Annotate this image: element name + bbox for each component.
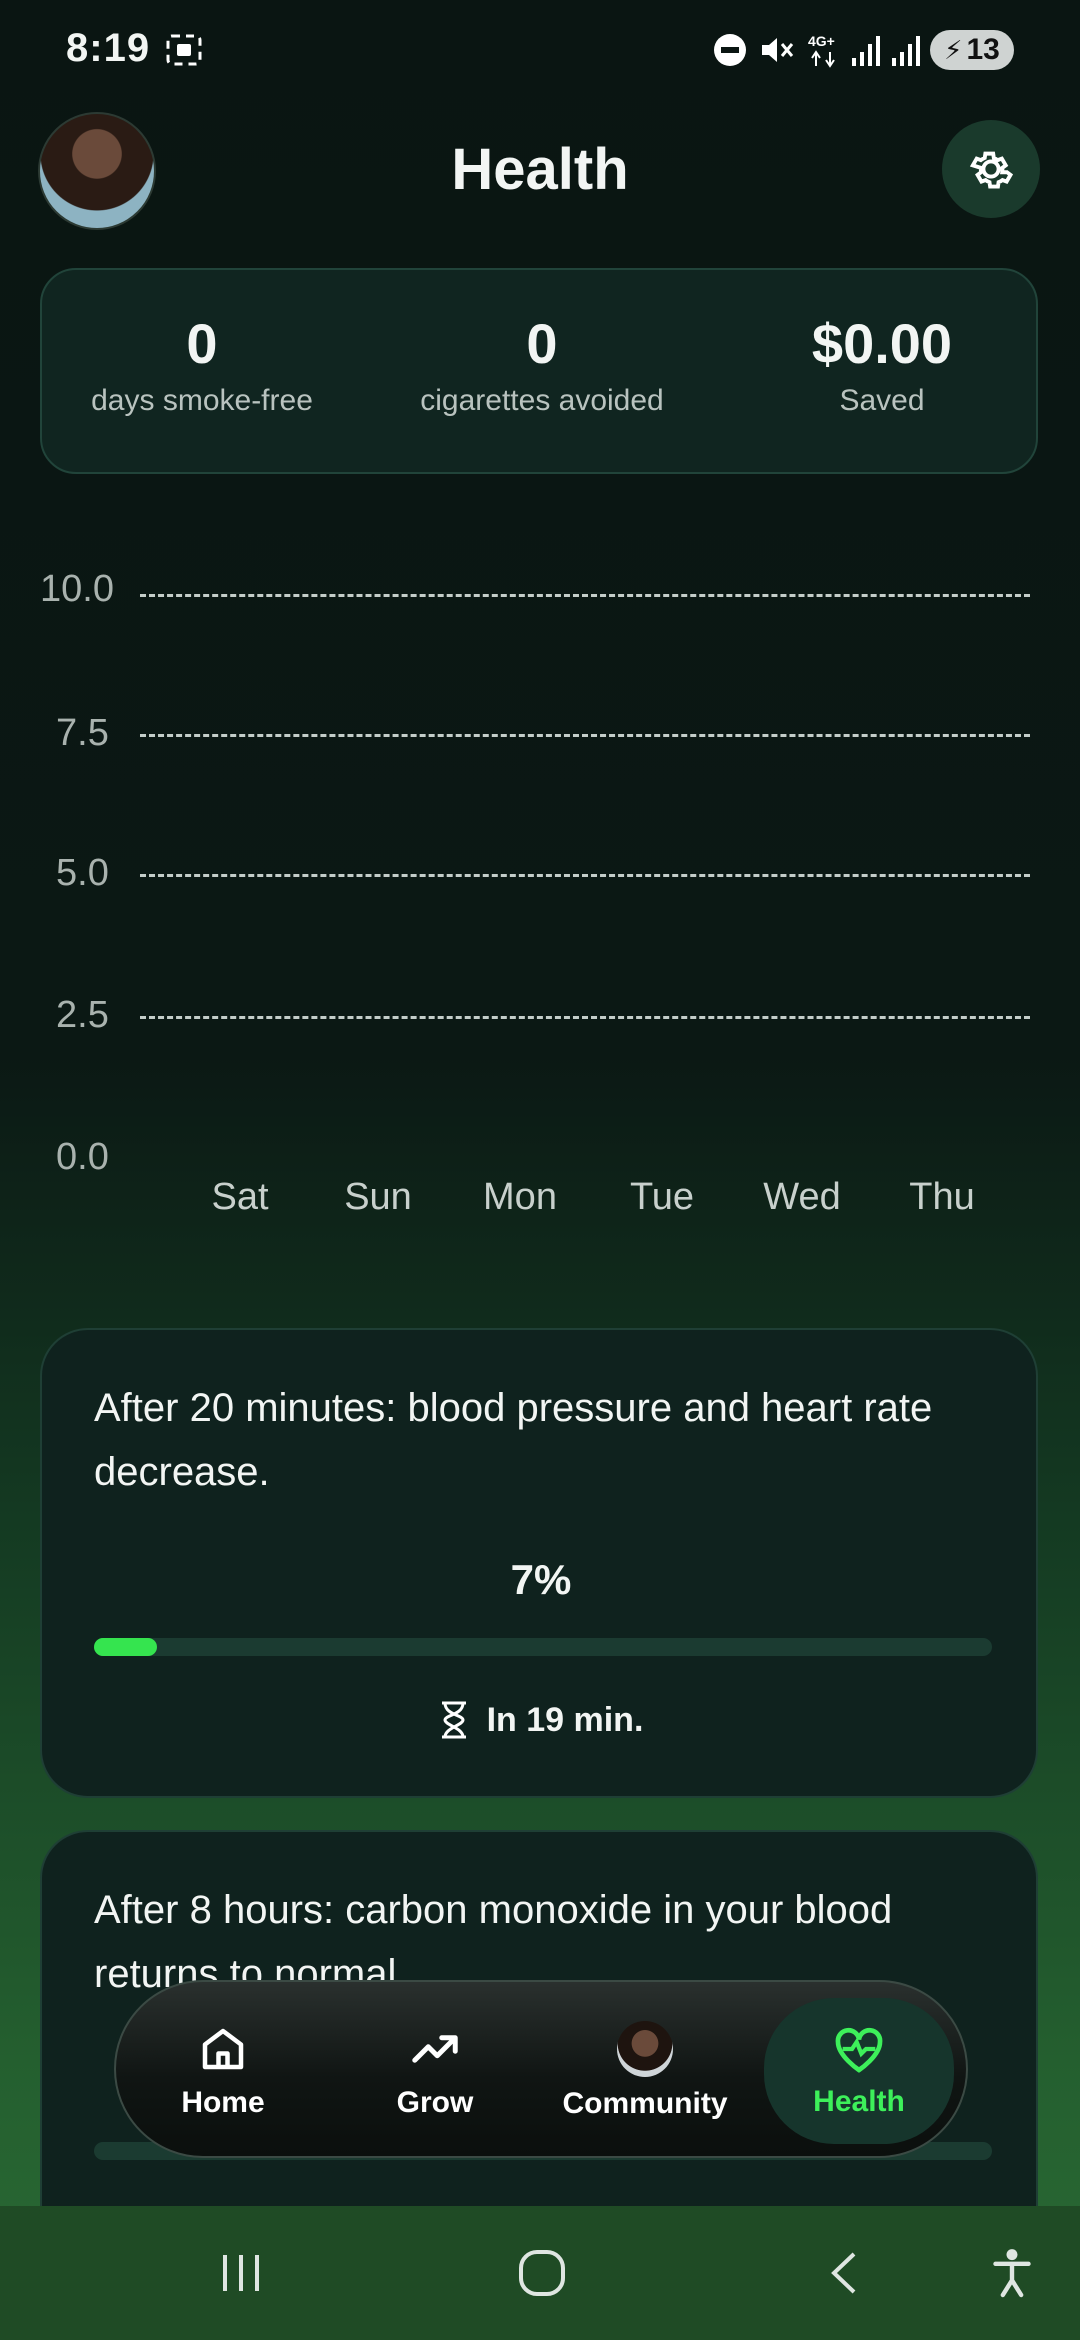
stat-cigarettes-value: 0 — [526, 312, 558, 375]
x-tick-label: Wed — [763, 1176, 841, 1218]
grid-line — [140, 874, 1030, 877]
nav-home-label: Home — [181, 2086, 265, 2119]
nav-grow-label: Grow — [396, 2086, 474, 2119]
nav-health-label: Health — [813, 2085, 905, 2118]
settings-button[interactable] — [942, 120, 1040, 218]
milestone-percent: 7% — [510, 1556, 572, 1603]
nav-community-label: Community — [562, 2087, 728, 2120]
stats-card: 0 days smoke-free 0 cigarettes avoided $… — [40, 268, 1038, 474]
network-4g-icon: 4G+ — [808, 33, 835, 68]
screenshot-icon — [166, 34, 202, 66]
stat-saved: $0.00 Saved — [722, 314, 1042, 418]
stat-saved-label: Saved — [839, 384, 925, 417]
home-system-button[interactable] — [506, 2236, 578, 2310]
nav-health[interactable]: Health — [764, 1998, 954, 2144]
y-tick-label: 0.0 — [56, 1136, 109, 1178]
grid-line — [140, 1016, 1030, 1019]
battery-indicator: ⚡ 13 — [930, 30, 1014, 70]
recent-apps-button[interactable] — [206, 2236, 278, 2310]
back-icon — [831, 2252, 856, 2294]
community-avatar-icon — [617, 2021, 673, 2077]
signal-icon — [852, 36, 880, 66]
signal-icon-2 — [892, 36, 920, 66]
stat-cigarettes-label: cigarettes avoided — [420, 384, 664, 417]
home-icon — [202, 2028, 244, 2070]
y-tick-label: 10.0 — [40, 568, 114, 610]
stat-days: 0 days smoke-free — [42, 314, 362, 418]
status-time: 8:19 — [66, 26, 151, 70]
mute-icon — [762, 38, 794, 62]
battery-level: 13 — [966, 33, 1000, 66]
status-bar: 8:19 4G+ ⚡ 13 — [0, 0, 1080, 100]
recent-apps-icon — [223, 2255, 259, 2291]
svg-text:4G+: 4G+ — [808, 33, 835, 49]
trending-up-icon — [412, 2035, 458, 2063]
page-title: Health — [451, 137, 629, 202]
hourglass-icon — [441, 1701, 466, 1739]
milestone-eta: In 19 min. — [42, 1700, 1040, 1740]
system-nav-bar — [0, 2206, 1080, 2340]
bottom-nav: Home Grow Community Health — [114, 1980, 968, 2158]
grid-line — [140, 594, 1030, 597]
x-tick-label: Tue — [629, 1176, 695, 1218]
milestone-eta-text: In 19 min. — [486, 1700, 644, 1739]
milestone-progress-track — [94, 1638, 992, 1656]
back-button[interactable] — [808, 2236, 880, 2310]
grid-line — [140, 734, 1030, 737]
heart-pulse-icon — [835, 2027, 883, 2073]
nav-community[interactable]: Community — [550, 1982, 740, 2160]
x-tick-label: Sat — [211, 1176, 269, 1218]
dnd-icon — [714, 34, 746, 66]
nav-grow[interactable]: Grow — [340, 1982, 530, 2160]
stat-saved-value: $0.00 — [811, 312, 953, 375]
stat-days-label: days smoke-free — [91, 384, 313, 417]
home-circle-icon — [519, 2250, 565, 2296]
stat-days-value: 0 — [186, 312, 218, 375]
milestone-progress-fill — [94, 1638, 157, 1656]
nav-home[interactable]: Home — [128, 1982, 318, 2160]
gear-icon — [969, 151, 1014, 189]
x-tick-label: Sun — [344, 1176, 412, 1218]
battery-bolt-icon: ⚡ — [944, 34, 963, 65]
x-tick-label: Thu — [909, 1176, 975, 1218]
accessibility-button[interactable] — [982, 2236, 1042, 2310]
milestone-card: After 20 minutes: blood pressure and hea… — [40, 1328, 1038, 1798]
x-tick-label: Mon — [483, 1176, 557, 1218]
accessibility-icon — [993, 2249, 1031, 2298]
stat-cigarettes: 0 cigarettes avoided — [382, 314, 702, 418]
milestone-text: After 20 minutes: blood pressure and hea… — [94, 1386, 933, 1494]
